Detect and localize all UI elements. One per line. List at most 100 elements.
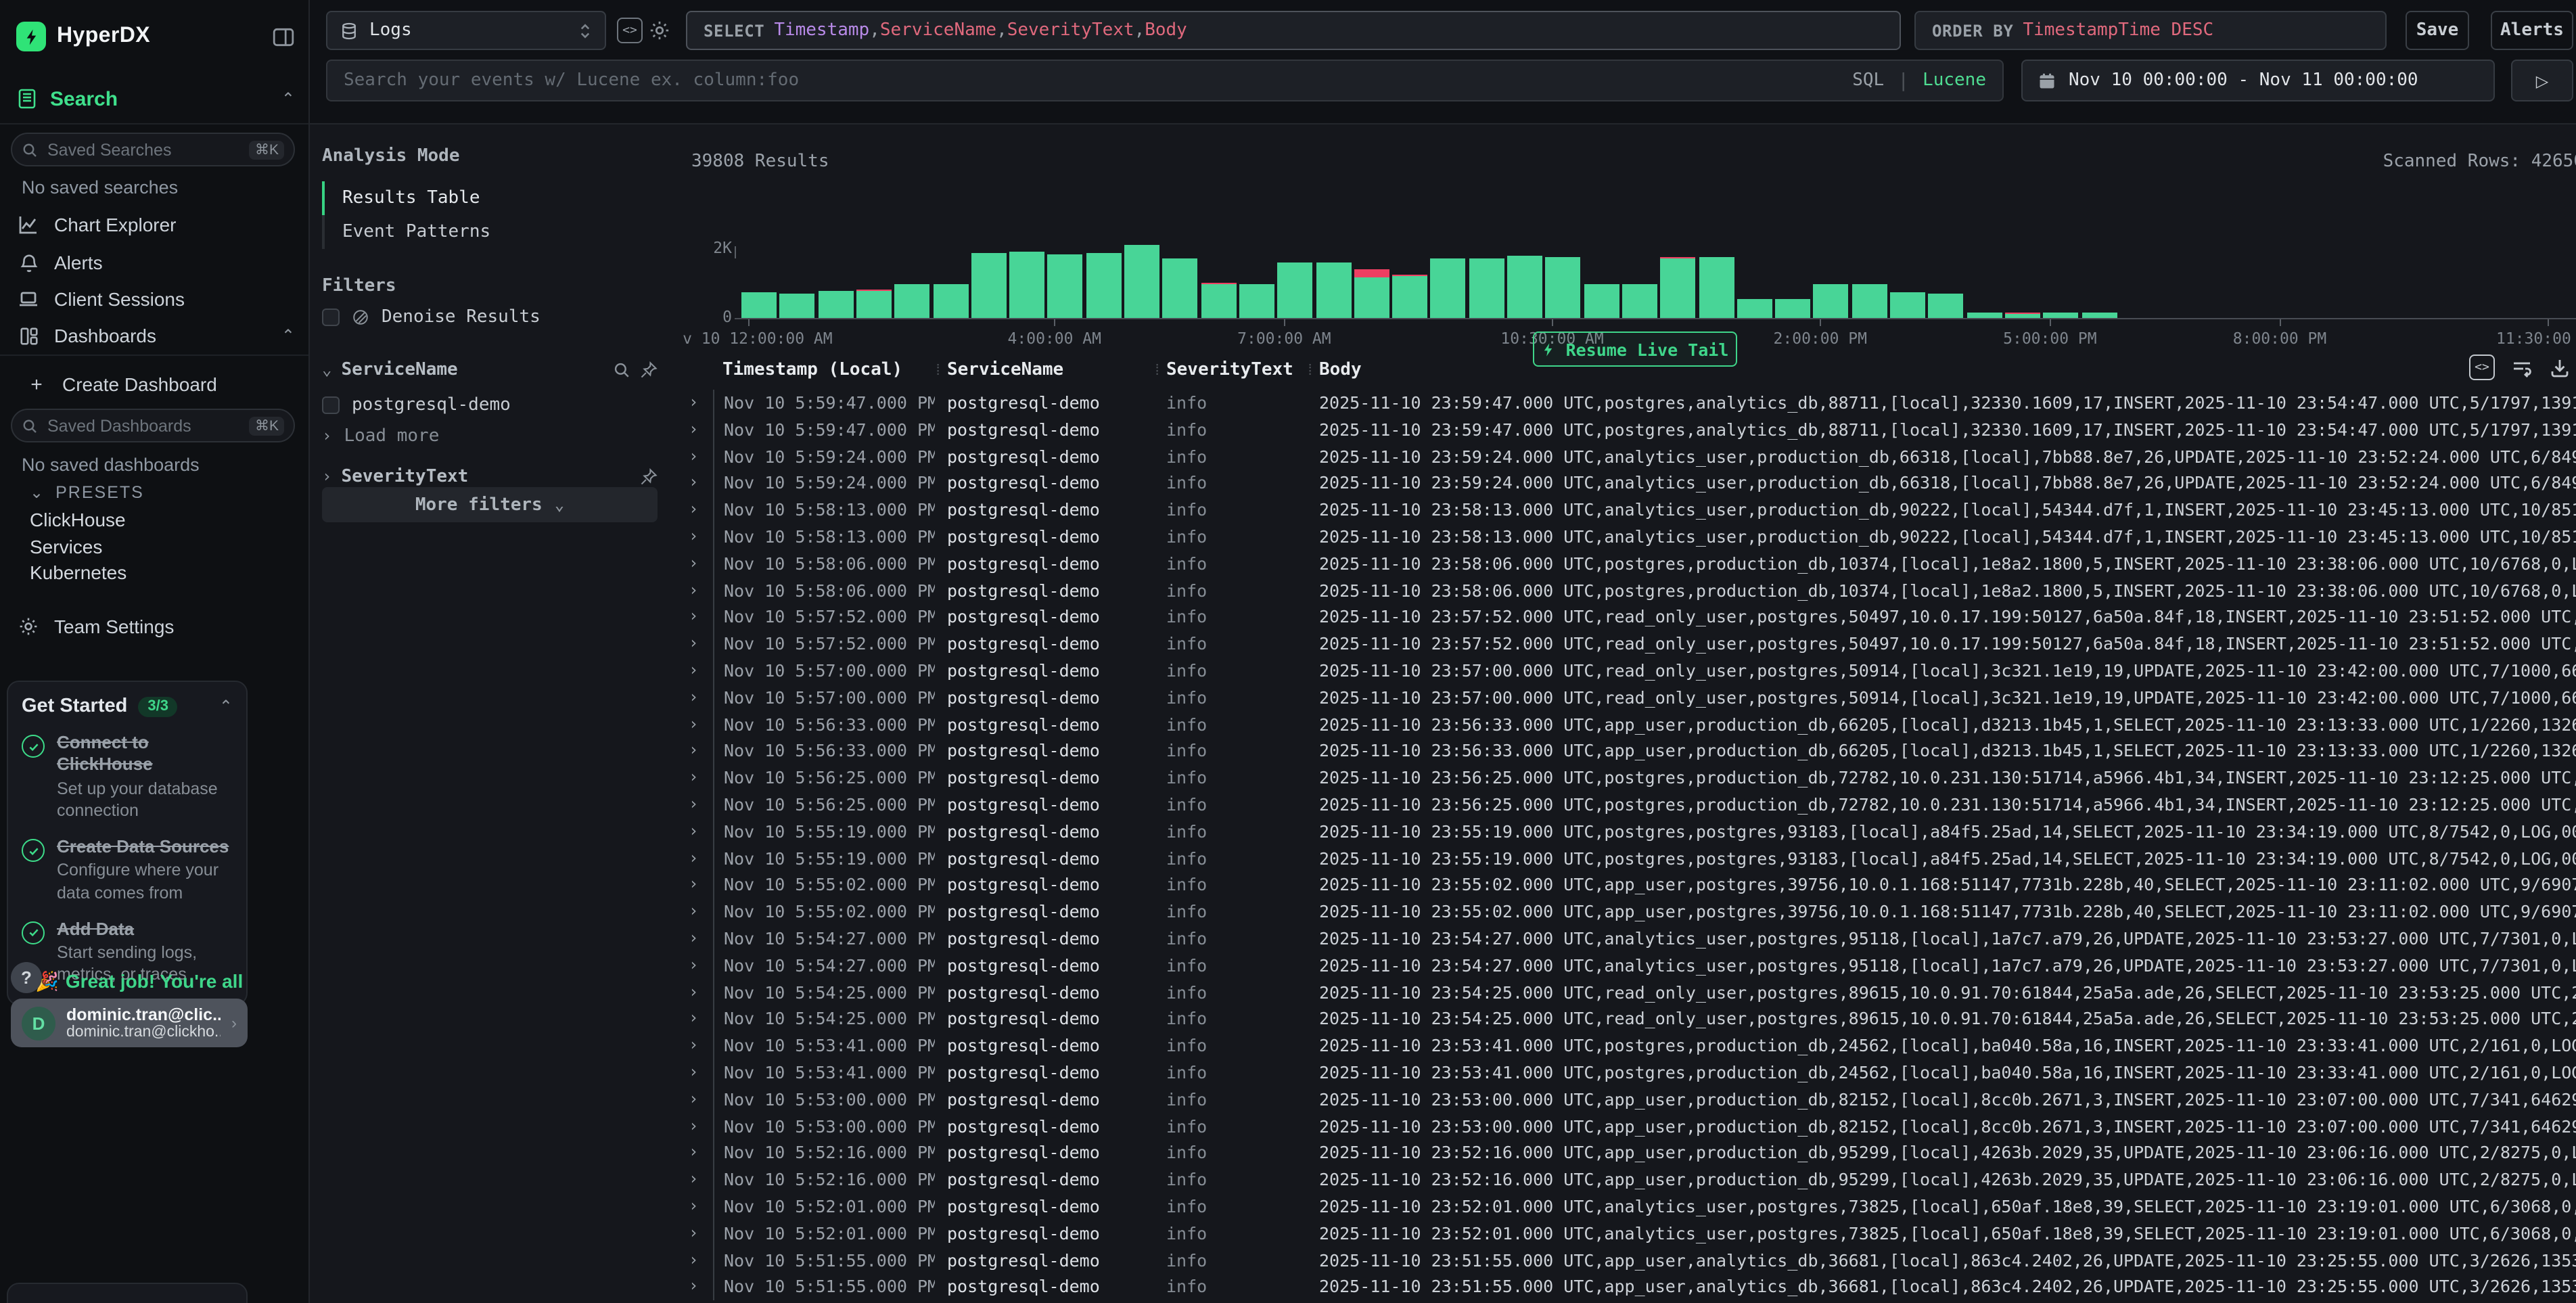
row-expand-icon[interactable]: › <box>689 470 698 497</box>
row-expand-icon[interactable]: › <box>689 685 698 712</box>
bottom-partial-card[interactable] <box>7 1283 248 1303</box>
create-dashboard-button[interactable]: + Create Dashboard <box>24 368 295 401</box>
preset-kubernetes[interactable]: Kubernetes <box>30 562 127 583</box>
row-expand-icon[interactable]: › <box>689 1274 698 1301</box>
row-expand-icon[interactable]: › <box>689 551 698 578</box>
row-expand-icon[interactable]: › <box>689 1113 698 1140</box>
table-row[interactable]: ›Nov 10 5:52:16.000 PMpostgresql-demoinf… <box>683 1166 2576 1193</box>
table-row[interactable]: ›Nov 10 5:57:52.000 PMpostgresql-demoinf… <box>683 631 2576 658</box>
histogram-bar[interactable] <box>1890 293 1925 318</box>
histogram-bar[interactable] <box>1469 258 1504 318</box>
run-query-button[interactable]: ▷ <box>2511 60 2573 101</box>
presets-toggle[interactable]: ⌄ PRESETS <box>30 483 144 502</box>
table-row[interactable]: ›Nov 10 5:58:06.000 PMpostgresql-demoinf… <box>683 551 2576 578</box>
user-menu[interactable]: D dominic.tran@clic... dominic.tran@clic… <box>11 999 248 1047</box>
more-filters-button[interactable]: More filters ⌄ <box>322 487 658 522</box>
order-by-input[interactable]: ORDER BY TimestampTime DESC <box>1914 11 2387 50</box>
histogram-bar[interactable] <box>894 285 929 318</box>
table-row[interactable]: ›Nov 10 5:56:25.000 PMpostgresql-demoinf… <box>683 792 2576 819</box>
table-row[interactable]: ›Nov 10 5:54:25.000 PMpostgresql-demoinf… <box>683 979 2576 1006</box>
row-expand-icon[interactable]: › <box>689 819 698 846</box>
row-expand-icon[interactable]: › <box>689 764 698 792</box>
save-button[interactable]: Save <box>2406 11 2469 50</box>
col-header-servicename[interactable]: ServiceName <box>947 360 1063 380</box>
alerts-button[interactable]: Alerts <box>2491 11 2573 50</box>
row-expand-icon[interactable]: › <box>689 658 698 685</box>
histogram-bar[interactable] <box>1163 259 1198 318</box>
get-started-item[interactable]: Connect to ClickHouse Set up your databa… <box>22 732 233 821</box>
histogram-bar[interactable] <box>1239 284 1274 318</box>
table-row[interactable]: ›Nov 10 5:58:06.000 PMpostgresql-demoinf… <box>683 577 2576 604</box>
histogram-bar[interactable] <box>1660 258 1695 318</box>
table-row[interactable]: ›Nov 10 5:59:24.000 PMpostgresql-demoinf… <box>683 470 2576 497</box>
histogram-bar[interactable] <box>780 293 815 318</box>
row-expand-icon[interactable]: › <box>689 1140 698 1167</box>
histogram-bar[interactable] <box>971 253 1007 318</box>
row-expand-icon[interactable]: › <box>689 1247 698 1274</box>
row-expand-icon[interactable]: › <box>689 497 698 524</box>
col-header-timestamp[interactable]: Timestamp (Local) <box>722 360 902 380</box>
table-row[interactable]: ›Nov 10 5:56:25.000 PMpostgresql-demoinf… <box>683 764 2576 792</box>
table-row[interactable]: ›Nov 10 5:54:27.000 PMpostgresql-demoinf… <box>683 925 2576 953</box>
chevron-up-icon[interactable]: ⌃ <box>219 697 233 716</box>
preset-clickhouse[interactable]: ClickHouse <box>30 509 126 530</box>
preset-services[interactable]: Services <box>30 536 102 557</box>
table-row[interactable]: ›Nov 10 5:53:00.000 PMpostgresql-demoinf… <box>683 1086 2576 1113</box>
histogram-bar[interactable] <box>1814 285 1849 318</box>
query-settings-button[interactable] <box>648 19 671 42</box>
histogram-bar[interactable] <box>1086 254 1121 318</box>
lucene-search-input[interactable]: Search your events w/ Lucene ex. column:… <box>326 60 2004 101</box>
table-row[interactable]: ›Nov 10 5:52:16.000 PMpostgresql-demoinf… <box>683 1140 2576 1167</box>
histogram-bar[interactable] <box>1392 275 1427 318</box>
row-expand-icon[interactable]: › <box>689 738 698 765</box>
row-expand-icon[interactable]: › <box>689 711 698 738</box>
sidebar-item-alerts[interactable]: Alerts <box>16 246 295 279</box>
table-row[interactable]: ›Nov 10 5:55:02.000 PMpostgresql-demoinf… <box>683 872 2576 899</box>
pin-icon[interactable] <box>640 361 658 378</box>
histogram-bar[interactable] <box>2082 313 2117 318</box>
histogram-bar[interactable] <box>1546 257 1581 318</box>
table-row[interactable]: ›Nov 10 5:54:25.000 PMpostgresql-demoinf… <box>683 1006 2576 1033</box>
mode-sql-toggle[interactable]: SQL <box>1852 70 1884 91</box>
histogram-bar[interactable] <box>1507 256 1542 318</box>
load-more-button[interactable]: › Load more <box>322 421 658 451</box>
histogram-bar[interactable] <box>1354 270 1389 318</box>
get-started-item[interactable]: Create Data Sources Configure where your… <box>22 836 233 904</box>
col-header-body[interactable]: Body <box>1319 360 1362 380</box>
sidebar-item-dashboards[interactable]: Dashboards ⌃ <box>16 319 295 352</box>
table-row[interactable]: ›Nov 10 5:51:55.000 PMpostgresql-demoinf… <box>683 1274 2576 1301</box>
row-expand-icon[interactable]: › <box>689 417 698 444</box>
sidebar-item-team-settings[interactable]: Team Settings <box>16 610 295 643</box>
row-expand-icon[interactable]: › <box>689 792 698 819</box>
denoise-results-option[interactable]: Denoise Results <box>322 302 658 332</box>
histogram-bar[interactable] <box>1584 285 1619 318</box>
histogram-bar[interactable] <box>1048 254 1083 318</box>
table-row[interactable]: ›Nov 10 5:52:01.000 PMpostgresql-demoinf… <box>683 1193 2576 1220</box>
row-expand-icon[interactable]: › <box>689 845 698 872</box>
table-row[interactable]: ›Nov 10 5:57:00.000 PMpostgresql-demoinf… <box>683 685 2576 712</box>
table-row[interactable]: ›Nov 10 5:55:19.000 PMpostgresql-demoinf… <box>683 819 2576 846</box>
sidebar-item-chart-explorer[interactable]: Chart Explorer <box>16 208 295 241</box>
table-row[interactable]: ›Nov 10 5:57:52.000 PMpostgresql-demoinf… <box>683 604 2576 631</box>
sidebar-item-search[interactable]: Search ⌃ <box>16 83 295 115</box>
saved-searches-input[interactable]: Saved Searches ⌘K <box>11 133 295 166</box>
table-row[interactable]: ›Nov 10 5:57:00.000 PMpostgresql-demoinf… <box>683 658 2576 685</box>
histogram-bar[interactable] <box>741 293 777 318</box>
select-columns-input[interactable]: SELECT Timestamp,ServiceName,SeverityTex… <box>686 11 1901 50</box>
denoise-checkbox[interactable] <box>322 308 340 325</box>
row-expand-icon[interactable]: › <box>689 1166 698 1193</box>
table-row[interactable]: ›Nov 10 5:54:27.000 PMpostgresql-demoinf… <box>683 952 2576 979</box>
histogram-bar[interactable] <box>1622 285 1657 318</box>
help-button[interactable]: ? <box>11 962 42 993</box>
histogram-bar[interactable] <box>1316 262 1351 318</box>
row-expand-icon[interactable]: › <box>689 925 698 953</box>
histogram-bar[interactable] <box>1699 258 1734 318</box>
table-row[interactable]: ›Nov 10 5:58:13.000 PMpostgresql-demoinf… <box>683 524 2576 551</box>
table-row[interactable]: ›Nov 10 5:56:33.000 PMpostgresql-demoinf… <box>683 711 2576 738</box>
table-row[interactable]: ›Nov 10 5:59:47.000 PMpostgresql-demoinf… <box>683 390 2576 417</box>
analysis-option-event-patterns[interactable]: Event Patterns <box>322 215 593 249</box>
histogram-bar[interactable] <box>1124 245 1159 318</box>
filter-group-servicename[interactable]: ⌄ ServiceName <box>322 355 658 384</box>
row-expand-icon[interactable]: › <box>689 524 698 551</box>
row-expand-icon[interactable]: › <box>689 898 698 925</box>
